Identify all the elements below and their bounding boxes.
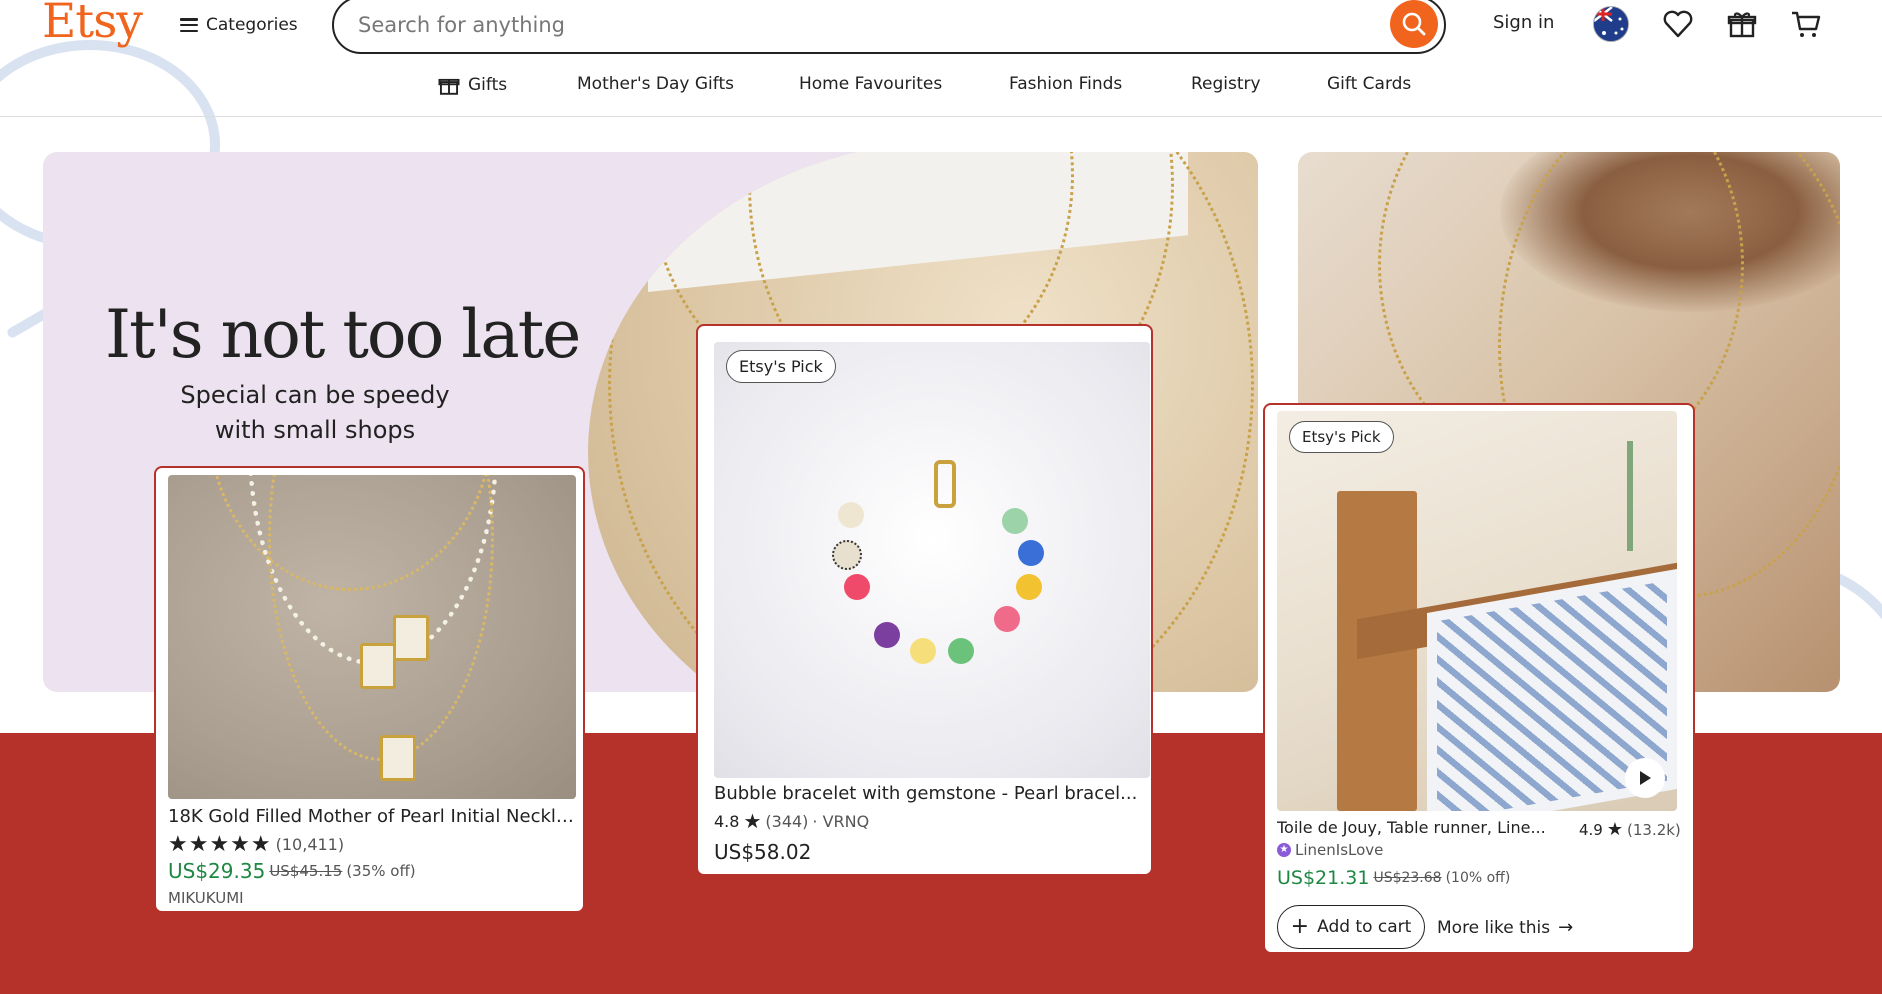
gift-icon	[1727, 12, 1757, 38]
search-input[interactable]	[356, 6, 1360, 44]
original-price: US$23.68	[1373, 870, 1442, 886]
product-image[interactable]	[168, 475, 576, 799]
rating-value: 4.8	[714, 811, 740, 831]
sign-in-link[interactable]: Sign in	[1493, 12, 1554, 33]
product-price-row: US$29.35 US$45.15 (35% off)	[168, 859, 416, 883]
shop-name: LinenIsLove	[1295, 841, 1384, 859]
cart-icon[interactable]	[1788, 6, 1824, 42]
discount-text: (10% off)	[1445, 870, 1511, 886]
star-icon: ★★★★★	[168, 832, 272, 857]
more-like-this-label: More like this	[1437, 917, 1551, 938]
search-bar	[332, 0, 1446, 54]
heart-icon	[1663, 10, 1693, 38]
product-card[interactable]: Etsy's Pick Toile de Jouy, Table runner,…	[1263, 403, 1695, 954]
etsy-logo[interactable]: Etsy	[42, 0, 143, 49]
plus-icon: +	[1290, 914, 1310, 939]
nav-gifts[interactable]: Gifts	[438, 74, 507, 96]
nav-gift-cards[interactable]: Gift Cards	[1327, 74, 1411, 94]
nav-label: Gifts	[468, 75, 508, 95]
nav-mothers-day-gifts[interactable]: Mother's Day Gifts	[577, 74, 734, 94]
product-image[interactable]	[1277, 411, 1677, 811]
shop-row: ★ LinenIsLove	[1277, 841, 1383, 859]
favorites-heart-icon[interactable]	[1660, 6, 1696, 42]
rating-count: (13.2k)	[1627, 820, 1681, 839]
play-icon	[1640, 771, 1651, 785]
add-to-cart-label: Add to cart	[1317, 917, 1412, 937]
search-icon	[1402, 12, 1426, 36]
more-like-this-link[interactable]: More like this →	[1437, 917, 1573, 938]
add-to-cart-button[interactable]: + Add to cart	[1277, 905, 1425, 949]
star-seller-icon: ★	[1277, 843, 1291, 857]
product-rating: ★★★★★ (10,411)	[168, 832, 344, 857]
product-title[interactable]: Bubble bracelet with gemstone - Pearl br…	[714, 783, 1146, 804]
star-icon: ★	[1606, 819, 1623, 840]
flag-graphic	[1594, 7, 1628, 41]
product-title[interactable]: Toile de Jouy, Table runner, Line...	[1277, 818, 1547, 837]
categories-label: Categories	[206, 15, 298, 35]
product-card[interactable]: 18K Gold Filled Mother of Pearl Initial …	[154, 466, 585, 913]
hero-subtitle-line: with small shops	[214, 416, 416, 444]
product-title[interactable]: 18K Gold Filled Mother of Pearl Initial …	[168, 806, 576, 827]
search-button[interactable]	[1390, 0, 1438, 48]
nav-registry[interactable]: Registry	[1191, 74, 1261, 94]
categories-button[interactable]: Categories	[180, 10, 298, 40]
arrow-right-icon: →	[1558, 917, 1574, 938]
product-card[interactable]: Etsy's Pick Bubble bracelet with gemston…	[696, 324, 1153, 876]
product-image[interactable]	[714, 342, 1150, 778]
product-price-row: US$21.31 US$23.68 (10% off)	[1277, 867, 1510, 889]
nav-fashion-finds[interactable]: Fashion Finds	[1009, 74, 1122, 94]
shop-name: · VRNQ	[812, 811, 870, 831]
shopping-cart-icon	[1792, 11, 1821, 37]
gift-mode-icon[interactable]	[1724, 6, 1760, 42]
play-video-button[interactable]	[1625, 758, 1665, 798]
hero-subtitle-line: Special can be speedy	[180, 381, 450, 409]
original-price: US$45.15	[269, 862, 343, 880]
nav-home-favourites[interactable]: Home Favourites	[799, 74, 942, 94]
etsys-pick-badge: Etsy's Pick	[726, 350, 836, 383]
etsys-pick-badge: Etsy's Pick	[1289, 421, 1394, 453]
product-rating: 4.8 ★ (344) · VRNQ	[714, 809, 869, 833]
sale-price: US$29.35	[168, 859, 266, 883]
hero-subtitle: Special can be speedy with small shops	[140, 378, 490, 448]
header-divider	[0, 116, 1882, 117]
australia-flag-icon[interactable]	[1593, 6, 1629, 42]
rating-value: 4.9	[1579, 820, 1603, 839]
product-rating: 4.9 ★ (13.2k)	[1579, 819, 1681, 840]
discount-text: (35% off)	[346, 862, 416, 880]
rating-count: (10,411)	[275, 835, 345, 854]
hero-title: It's not too late	[105, 296, 581, 373]
shop-name: MIKUKUMI	[168, 889, 244, 907]
gift-icon	[438, 78, 460, 95]
sale-price: US$21.31	[1277, 867, 1370, 889]
menu-icon	[180, 18, 198, 32]
product-price: US$58.02	[714, 840, 812, 864]
star-icon: ★	[743, 809, 762, 833]
rating-count: (344)	[765, 811, 809, 831]
